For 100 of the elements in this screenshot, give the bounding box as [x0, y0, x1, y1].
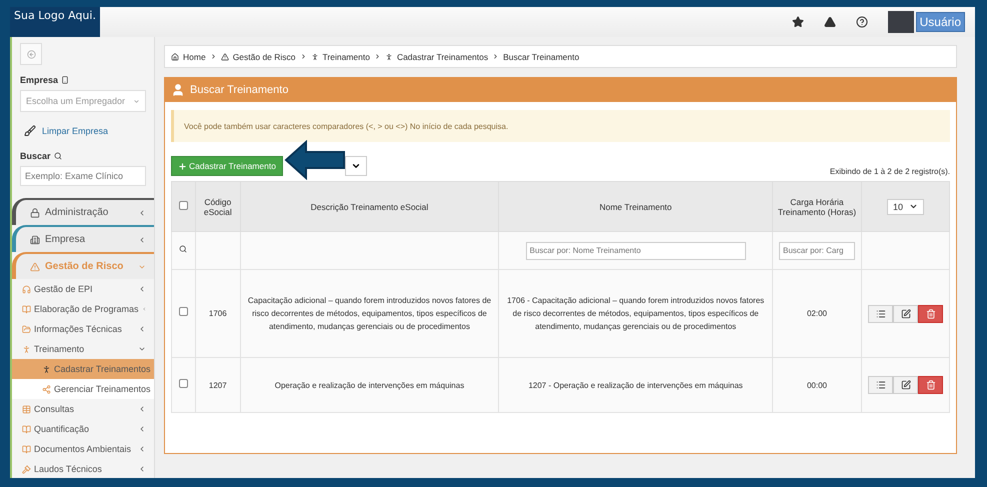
- table-cell: 1207 - Operação e realização de intervenções em máquinas: [498, 358, 772, 412]
- search-label: Buscar: [20, 151, 51, 161]
- submenu-item[interactable]: Informações Técnicas: [12, 319, 154, 339]
- person-icon: [42, 364, 51, 374]
- info-alert: Você pode também usar caracteres comparadores (<, > ou <>) No início de cada pesquisa.: [171, 110, 950, 142]
- column-header: Descrição Treinamento eSocial: [240, 182, 499, 232]
- search-icon: [179, 245, 188, 253]
- table-cell: 1706: [195, 270, 240, 358]
- headphones-icon: [22, 284, 31, 294]
- logo-text: Sua Logo Aqui.: [10, 7, 100, 37]
- star-icon[interactable]: [792, 16, 804, 28]
- building-icon: [30, 234, 40, 244]
- submenu-item[interactable]: Documentos Ambientais: [12, 439, 154, 459]
- person-icon: [384, 52, 393, 60]
- breadcrumb-link[interactable]: Cadastrar Treinamentos: [396, 52, 488, 62]
- table-cell: 02:00: [772, 270, 862, 358]
- table-icon: [22, 404, 31, 414]
- broom-icon: [24, 125, 36, 137]
- edit-button[interactable]: [893, 304, 918, 322]
- table-cell: Operação e realização de intervenções em máquinas: [240, 358, 499, 412]
- separator-icon: [374, 53, 381, 60]
- submenu-item[interactable]: Gestão de EPI: [12, 279, 154, 299]
- select-all-checkbox[interactable]: [178, 201, 188, 210]
- gavel-icon: [22, 464, 31, 474]
- submenu-item[interactable]: Elaboração de Programas: [12, 299, 154, 319]
- chevron-left-icon: [138, 285, 146, 293]
- person-icon: [310, 52, 319, 60]
- book-icon: [22, 444, 31, 454]
- chevron-left-icon: [138, 325, 146, 333]
- chevron-left-icon: [138, 208, 146, 216]
- submenu-item[interactable]: Gerenciar Treinamentos: [12, 379, 154, 399]
- folder-icon: [22, 324, 31, 334]
- lock-icon: [30, 208, 40, 218]
- column-header: Código eSocial: [195, 182, 240, 232]
- name-filter-field[interactable]: Buscar por: Nome Treinamento: [526, 242, 746, 260]
- arrow-left-icon: [26, 50, 36, 58]
- submenu-item[interactable]: Quantificação: [12, 419, 154, 439]
- details-button[interactable]: [868, 376, 893, 394]
- search-field[interactable]: Exemplo: Exame Clínico: [20, 166, 146, 186]
- person-icon: [22, 344, 31, 354]
- dropdown-toggle[interactable]: [344, 156, 367, 176]
- chevron-left-icon: [138, 236, 146, 244]
- separator-icon: [300, 53, 307, 60]
- breadcrumb-link[interactable]: Gestão de Risco: [232, 52, 296, 62]
- chevron-left-icon: [142, 305, 146, 313]
- submenu-item[interactable]: Treinamento: [12, 339, 154, 359]
- trash-icon: [926, 380, 936, 390]
- chevron-left-icon: [138, 425, 146, 433]
- chevron-left-icon: [138, 445, 146, 453]
- home-icon: [171, 52, 179, 60]
- record-count: Exibindo de 1 à 2 de 2 registro(s).: [830, 167, 950, 176]
- table-cell: 1207: [195, 358, 240, 412]
- submenu-item[interactable]: Cadastrar Treinamentos: [12, 359, 154, 379]
- warning-icon: [30, 262, 40, 272]
- edit-icon: [900, 380, 910, 390]
- warning-icon: [220, 52, 229, 60]
- plus-icon: [178, 162, 187, 170]
- page-size-select[interactable]: 10: [886, 198, 924, 214]
- separator-icon: [210, 53, 217, 60]
- chevron-left-icon: [138, 465, 146, 473]
- menu-item[interactable]: Empresa: [12, 225, 154, 252]
- breadcrumb-link[interactable]: Buscar Treinamento: [503, 52, 580, 62]
- photo-placeholder: [888, 11, 914, 33]
- book-icon: [22, 304, 31, 314]
- table-cell: 00:00: [772, 358, 862, 412]
- chevron-down-icon: [138, 345, 146, 353]
- edit-icon: [900, 308, 910, 318]
- breadcrumb-link[interactable]: Home: [183, 52, 206, 62]
- chevron-left-icon: [138, 405, 146, 413]
- edit-button[interactable]: [893, 376, 918, 394]
- warning-icon[interactable]: [824, 16, 836, 28]
- trash-icon: [926, 308, 936, 318]
- breadcrumb-link[interactable]: Treinamento: [322, 52, 370, 62]
- help-icon[interactable]: [856, 16, 868, 28]
- submenu-item[interactable]: Consultas: [12, 399, 154, 419]
- search-icon: [54, 152, 62, 160]
- caret-icon: [133, 98, 140, 104]
- row-checkbox[interactable]: [178, 307, 188, 316]
- caret-icon: [350, 161, 361, 171]
- delete-button[interactable]: [918, 376, 943, 394]
- share-icon: [42, 384, 51, 394]
- column-header: Carga Horária Treinamento (Horas): [772, 182, 862, 232]
- panel-title: Buscar Treinamento: [190, 84, 288, 96]
- device-icon: [61, 76, 70, 84]
- details-button[interactable]: [868, 304, 893, 322]
- table-cell: Capacitação adicional – quando forem introduzidos novos fatores de risco decorrentes de métodos, equipamentos, tipos específicos de atendimento, mudanças gerenciais ou de procedimentos: [240, 270, 499, 358]
- arrow-icon: [284, 140, 346, 180]
- clear-company-link[interactable]: Limpar Empresa: [20, 117, 146, 141]
- column-header: Nome Treinamento: [498, 182, 772, 232]
- menu-item[interactable]: Administração: [12, 198, 154, 225]
- person-icon: [171, 83, 185, 97]
- book-icon: [22, 424, 31, 434]
- table-cell: 1706 - Capacitação adicional – quando forem introduzidos novos fatores de risco decorrentes de métodos, equipamentos, tipos específicos de atendimento, mudanças gerenciais ou de procedimentos: [498, 270, 772, 358]
- row-checkbox[interactable]: [178, 378, 188, 388]
- submenu-item[interactable]: Laudos Técnicos: [12, 459, 154, 479]
- hours-filter-field[interactable]: Buscar por: Carg: [778, 242, 855, 260]
- separator-icon: [492, 53, 500, 60]
- company-label: Empresa: [20, 75, 58, 85]
- caret-icon: [909, 202, 918, 211]
- delete-button[interactable]: [918, 304, 943, 322]
